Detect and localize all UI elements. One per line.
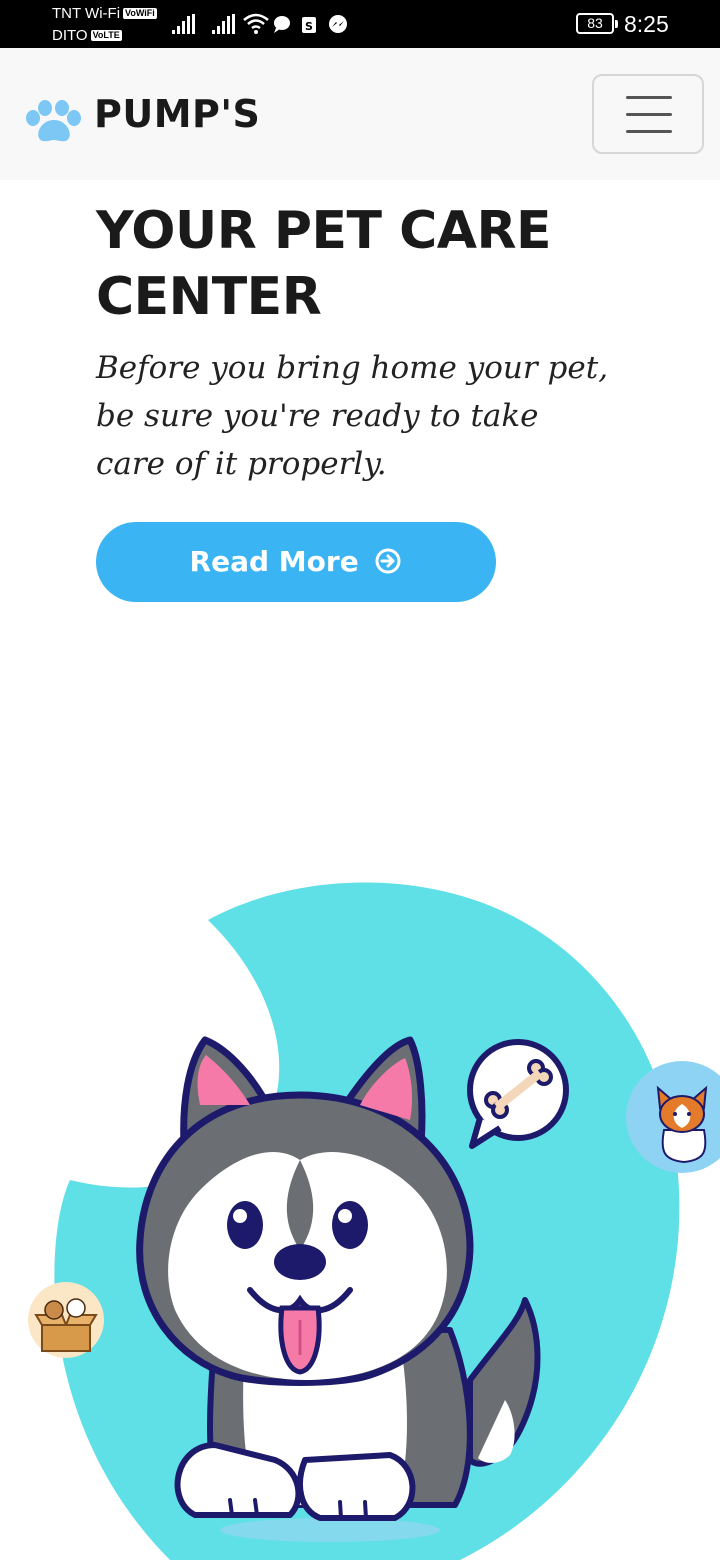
chat-icon: [274, 16, 290, 33]
signal-icon: [172, 14, 195, 34]
carrier-1: TNT Wi-Fi VoWiFi: [52, 5, 157, 22]
puppies-box-avatar: [28, 1282, 104, 1358]
status-icons: S: [172, 13, 347, 34]
navbar: PUMP'S: [0, 48, 720, 180]
arrow-circle-right-icon: [375, 548, 401, 574]
paw-right: [297, 1452, 416, 1521]
volte-badge: VoLTE: [90, 30, 122, 41]
read-more-button[interactable]: Read More: [96, 522, 496, 602]
shop-icon: S: [302, 17, 316, 33]
clock: 8:25: [624, 11, 669, 37]
battery-indicator: 83: [576, 13, 618, 34]
carrier-2: DITO VoLTE: [52, 27, 122, 44]
wifi-icon: [243, 13, 269, 34]
brand-name[interactable]: PUMP'S: [94, 90, 260, 138]
hamburger-icon: [626, 96, 672, 99]
hero-subtitle: Before you bring home your pet, be sure …: [96, 350, 609, 482]
hamburger-icon-line: [626, 130, 672, 133]
vowifi-badge: VoWiFi: [123, 8, 157, 19]
paw-icon[interactable]: [24, 98, 84, 146]
menu-toggle-button[interactable]: [592, 74, 704, 154]
messenger-icon: [329, 15, 347, 33]
hamburger-icon-line: [626, 113, 672, 116]
nose: [274, 1244, 326, 1280]
status-bar: TNT Wi-Fi VoWiFi DITO VoLTE S 83 8:25: [0, 0, 720, 48]
svg-text:S: S: [305, 20, 313, 33]
read-more-label: Read More: [189, 545, 359, 578]
signal-icon: [212, 14, 235, 34]
hero-title: YOUR PET CARE CENTER: [96, 201, 552, 327]
husky-illustration: [28, 882, 720, 1560]
